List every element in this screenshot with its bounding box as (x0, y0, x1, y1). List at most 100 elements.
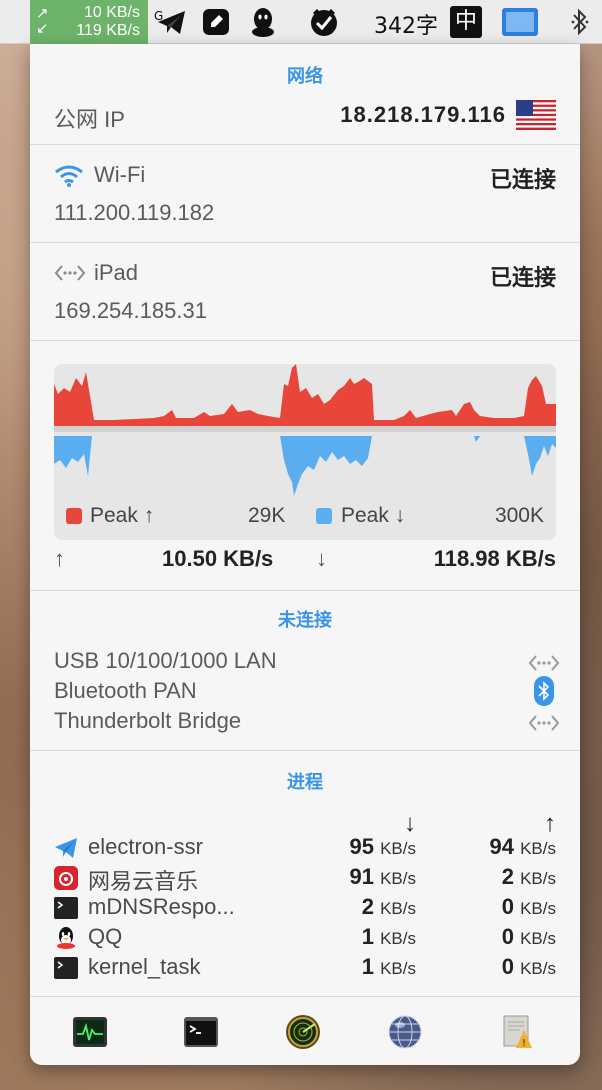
rate-value: 2 (361, 894, 374, 919)
rate-value: 1 (361, 954, 374, 979)
upload-rate: 10.50 KB/s (162, 546, 274, 571)
wifi-icon (54, 164, 84, 193)
rate-unit: KB/s (380, 899, 416, 918)
netease-music-icon (54, 866, 78, 890)
qq-icon[interactable] (246, 6, 280, 38)
wifi-ip: 111.200.119.182 (54, 200, 215, 225)
activity-monitor-icon[interactable] (72, 1014, 108, 1050)
upload-legend-swatch (66, 508, 82, 524)
upload-arrow-icon: ↑ (54, 546, 65, 571)
notes-icon[interactable] (200, 6, 232, 38)
clash-icon[interactable] (306, 6, 342, 38)
divider (30, 340, 580, 341)
us-flag-icon (516, 100, 556, 135)
process-download: 95 KB/s (349, 834, 416, 860)
download-arrow-icon: ↓ (316, 546, 327, 571)
network-speed-meter[interactable]: ↗ ↙ 10 KB/s 119 KB/s (30, 0, 148, 44)
interface-thunderbolt-bridge: Thunderbolt Bridge (54, 708, 242, 733)
process-name: electron-ssr (88, 834, 203, 859)
ethernet-icon (54, 262, 86, 289)
bluetooth-icon[interactable] (566, 6, 594, 38)
menubar-download-rate: 119 KB/s (76, 22, 140, 39)
traffic-arrows-icon: ↗ ↙ (36, 4, 49, 37)
rate-unit: KB/s (520, 899, 556, 918)
network-section-title: 网络 (287, 66, 323, 86)
download-area (54, 436, 556, 496)
process-download: 1 KB/s (362, 924, 416, 950)
bluetooth-icon (534, 676, 554, 711)
public-ip-label: 公网 IP (54, 107, 125, 132)
process-download: 1 KB/s (362, 954, 416, 980)
wifi-status: 已连接 (489, 167, 556, 192)
rate-value: 95 (349, 834, 374, 859)
svg-text:!: ! (522, 1038, 526, 1049)
terminal-icon (54, 896, 78, 920)
interface-usb-lan: USB 10/100/1000 LAN (54, 648, 277, 673)
public-ip-value: 18.218.179.116 (340, 102, 506, 127)
divider (30, 590, 580, 591)
traffic-graph: Peak ↑ 29K Peak ↓ 300K (54, 364, 556, 540)
ipad-ip: 169.254.185.31 (54, 298, 207, 323)
process-name: mDNSRespo... (88, 894, 235, 919)
telegram-icon[interactable]: G (152, 6, 190, 38)
ipad-status: 已连接 (489, 265, 556, 290)
terminal-icon[interactable] (183, 1014, 219, 1050)
peak-download-label: Peak ↓ (341, 504, 406, 527)
rate-unit: KB/s (520, 959, 556, 978)
console-icon[interactable]: ! (500, 1014, 536, 1050)
bottom-toolbar: ! (30, 996, 580, 1065)
ipad-name: iPad (94, 260, 139, 285)
rate-unit: KB/s (380, 929, 416, 948)
peak-upload-value: 29K (248, 504, 286, 527)
disconnected-section-title: 未连接 (278, 610, 332, 630)
rate-value: 2 (501, 864, 514, 889)
character-count[interactable]: 342字 (374, 8, 438, 40)
input-method-label: 中 (450, 6, 482, 38)
upload-area (54, 364, 556, 426)
process-upload: 0 KB/s (502, 954, 556, 980)
download-rate: 118.98 KB/s (433, 546, 556, 571)
terminal-icon (54, 956, 78, 980)
process-download: 2 KB/s (362, 894, 416, 920)
rate-unit: KB/s (380, 839, 416, 858)
rate-value: 0 (501, 954, 514, 979)
rate-unit: KB/s (520, 839, 556, 858)
process-download: 91 KB/s (349, 864, 416, 890)
network-utility-icon[interactable] (387, 1014, 423, 1050)
peak-upload-label: Peak ↑ (90, 504, 155, 527)
divider (30, 144, 580, 145)
rate-value: 0 (501, 894, 514, 919)
network-popover: 网络 公网 IP 18.218.179.116 Wi-Fi 已连接 111.20… (30, 44, 580, 1065)
rate-value: 1 (361, 924, 374, 949)
qq-icon (54, 926, 78, 950)
rate-value: 91 (349, 864, 374, 889)
rate-value: 0 (501, 924, 514, 949)
process-upload: 0 KB/s (502, 924, 556, 950)
rate-unit: KB/s (520, 929, 556, 948)
process-upload: 2 KB/s (502, 864, 556, 890)
wifi-name: Wi-Fi (94, 162, 146, 187)
radar-icon[interactable] (285, 1014, 321, 1050)
process-name: kernel_task (88, 954, 201, 979)
menu-bar: ↗ ↙ 10 KB/s 119 KB/s G 342字 中 (0, 0, 602, 44)
ethernet-icon (528, 652, 560, 679)
peak-download-value: 300K (494, 504, 544, 527)
process-name: QQ (88, 924, 123, 949)
menubar-upload-rate: 10 KB/s (83, 4, 140, 21)
process-upload: 94 KB/s (489, 834, 556, 860)
divider (30, 242, 580, 243)
screen-icon[interactable] (500, 6, 540, 38)
rate-unit: KB/s (380, 869, 416, 888)
rate-unit: KB/s (380, 959, 416, 978)
ethernet-icon (528, 712, 560, 739)
rate-value: 94 (489, 834, 514, 859)
input-method-indicator[interactable]: 中 (449, 6, 483, 38)
rate-unit: KB/s (520, 869, 556, 888)
divider (30, 750, 580, 751)
download-legend-swatch (316, 508, 332, 524)
process-name: 网易云音乐 (88, 869, 199, 894)
telegram-icon (54, 836, 78, 860)
interface-bluetooth-pan: Bluetooth PAN (54, 678, 197, 703)
process-upload: 0 KB/s (502, 894, 556, 920)
processes-section-title: 进程 (287, 772, 323, 792)
